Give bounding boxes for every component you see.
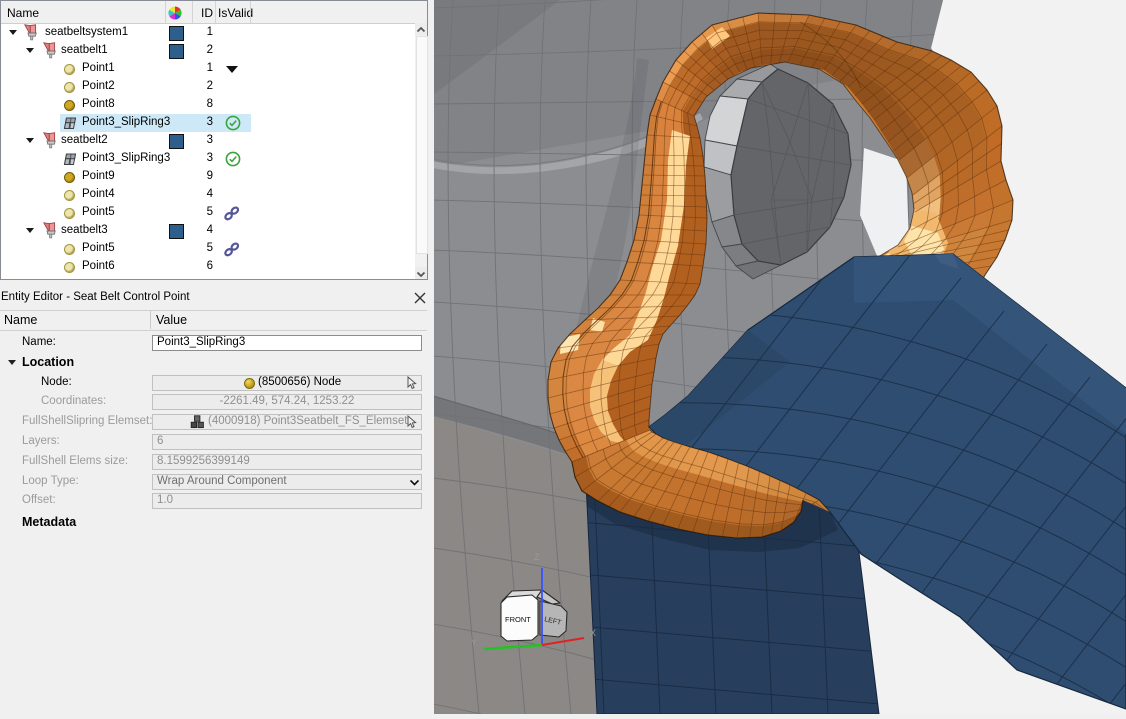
svg-text:Y: Y (471, 638, 477, 648)
svg-text:FRONT: FRONT (505, 615, 531, 624)
svg-text:X: X (590, 628, 596, 638)
svg-text:Z: Z (534, 552, 540, 562)
